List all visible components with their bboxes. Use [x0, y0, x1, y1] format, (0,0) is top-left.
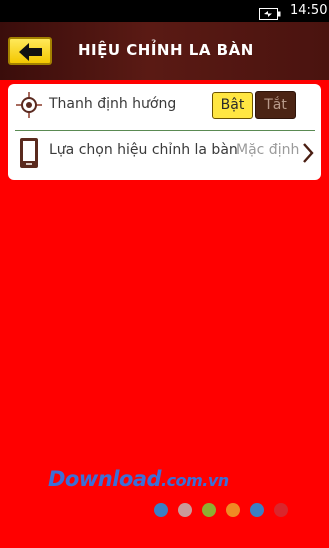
toggle-off-button[interactable]: Tắt — [255, 91, 296, 119]
chevron-right-icon — [302, 143, 314, 167]
watermark-suffix: .com.vn — [161, 471, 229, 490]
toggle-on-button[interactable]: Bật — [212, 92, 253, 119]
settings-card: Thanh định hướng Bật Tắt Lựa chọn hiệu c… — [8, 84, 321, 180]
battery-charging-icon — [259, 5, 281, 20]
orientation-bar-label: Thanh định hướng — [49, 96, 177, 112]
calibration-choice-row[interactable]: Lựa chọn hiệu chỉnh la bàn Mặc định — [8, 131, 321, 177]
status-bar: 14:50 — [0, 0, 329, 22]
watermark-dot — [226, 503, 240, 517]
orientation-bar-row: Thanh định hướng Bật Tắt — [8, 84, 321, 130]
status-time: 14:50 — [290, 3, 328, 18]
watermark-dot — [202, 503, 216, 517]
arrow-left-icon — [19, 43, 42, 61]
watermark-dot — [154, 503, 168, 517]
watermark-dot — [274, 503, 288, 517]
watermark-dot — [178, 503, 192, 517]
page-title: HIỆU CHỈNH LA BÀN — [78, 41, 254, 59]
calibration-choice-value: Mặc định — [236, 142, 300, 158]
watermark-logo: Download.com.vn — [48, 467, 229, 491]
crosshair-icon — [16, 92, 42, 122]
phone-icon — [20, 138, 38, 172]
app-header: HIỆU CHỈNH LA BÀN — [0, 22, 329, 80]
watermark-brand: Download — [48, 467, 162, 491]
watermark-dot — [250, 503, 264, 517]
back-button[interactable] — [8, 37, 52, 65]
calibration-choice-label: Lựa chọn hiệu chỉnh la bàn — [49, 142, 238, 158]
